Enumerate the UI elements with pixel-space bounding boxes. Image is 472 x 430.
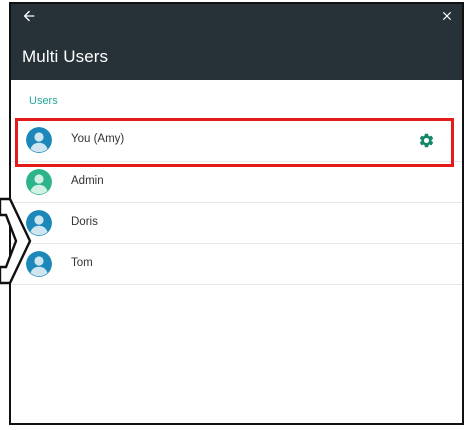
user-name: Admin [71,175,104,187]
avatar [26,127,52,153]
avatar [26,210,52,236]
avatar [26,169,52,195]
person-icon [26,127,52,153]
close-icon[interactable] [440,9,454,23]
user-name: You (Amy) [71,133,125,145]
user-row-doris[interactable]: Doris [11,203,462,244]
user-row-tom[interactable]: Tom [11,244,462,285]
avatar [26,251,52,277]
app-bar: Multi Users [11,4,462,80]
multi-users-window: Multi Users Users You (Amy) Admin Doris … [9,2,464,425]
page-title: Multi Users [22,47,109,66]
user-row-admin[interactable]: Admin [11,162,462,203]
user-name: Tom [71,257,93,269]
person-icon [26,251,52,277]
user-row-you[interactable]: You (Amy) [11,120,462,162]
person-icon [26,169,52,195]
person-icon [26,210,52,236]
user-name: Doris [71,216,98,228]
arrow-back-icon[interactable] [21,8,37,24]
users-section-label: Users [29,95,58,107]
users-list: You (Amy) Admin Doris Tom [11,120,462,285]
gear-icon[interactable] [418,132,435,149]
